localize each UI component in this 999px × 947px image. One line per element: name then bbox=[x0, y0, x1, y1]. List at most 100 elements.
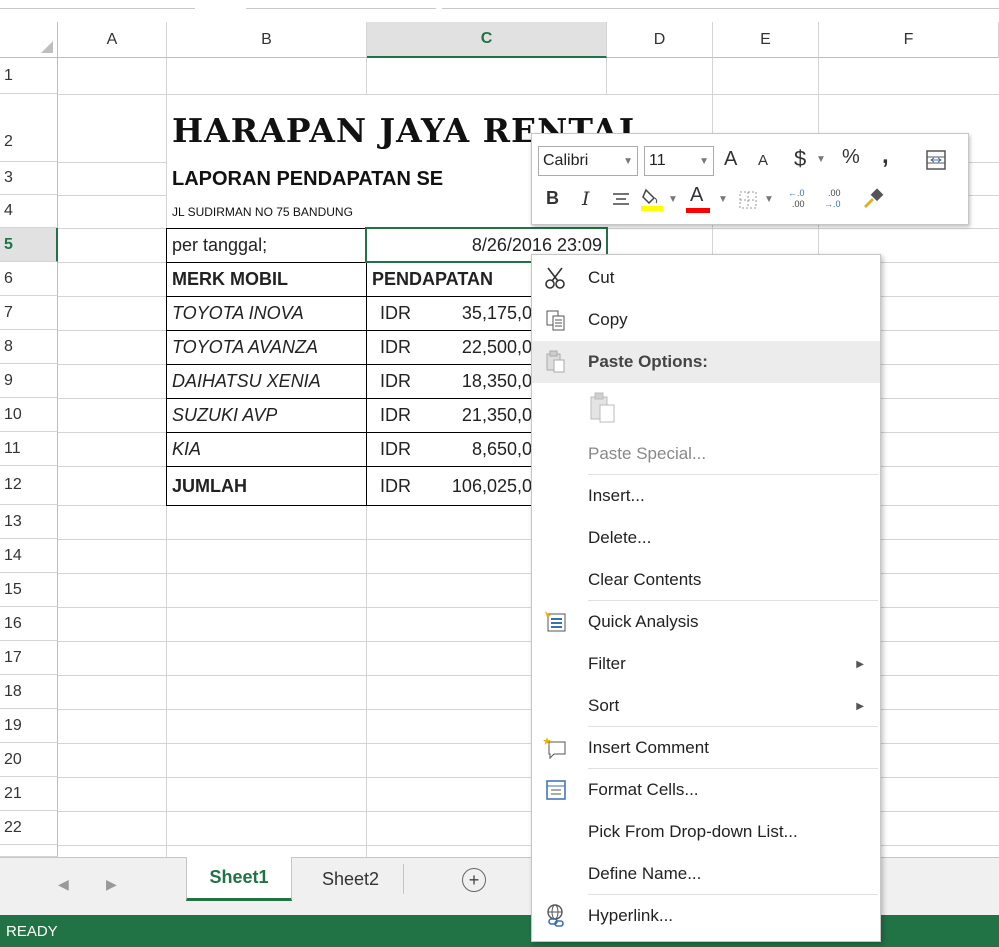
row-currency[interactable]: IDR bbox=[380, 399, 411, 432]
menu-item-pick-from-list[interactable]: Pick From Drop-down List... bbox=[532, 811, 880, 853]
add-sheet-button[interactable]: + bbox=[462, 868, 486, 892]
format-painter-icon[interactable] bbox=[860, 186, 886, 210]
percent-format-icon[interactable]: % bbox=[842, 146, 860, 169]
select-all-corner[interactable] bbox=[0, 22, 58, 58]
row-amount[interactable]: 21,350,0 bbox=[420, 399, 532, 432]
scroll-left-arrow-icon[interactable]: ◀ bbox=[58, 876, 69, 893]
row-header-10[interactable]: 10 bbox=[0, 398, 58, 432]
row-header-18[interactable]: 18 bbox=[0, 675, 58, 709]
total-currency[interactable]: IDR bbox=[380, 467, 411, 505]
menu-item-label: Quick Analysis bbox=[588, 612, 699, 631]
menu-item-clear-contents[interactable]: Clear Contents bbox=[532, 559, 880, 601]
merge-center-icon[interactable] bbox=[926, 150, 946, 170]
row-header-7[interactable]: 7 bbox=[0, 296, 58, 330]
status-text: READY bbox=[6, 922, 58, 940]
row-header-3[interactable]: 3 bbox=[0, 162, 58, 195]
row-header-12[interactable]: 12 bbox=[0, 466, 58, 505]
column-header-e[interactable]: E bbox=[713, 22, 819, 58]
per-tanggal-label[interactable]: per tanggal; bbox=[172, 229, 267, 262]
column-header-d[interactable]: D bbox=[607, 22, 713, 58]
italic-icon[interactable]: I bbox=[582, 188, 590, 210]
column-header-a[interactable]: A bbox=[58, 22, 167, 58]
grow-font-icon[interactable]: A bbox=[724, 148, 737, 171]
row-header-13[interactable]: 13 bbox=[0, 505, 58, 539]
row-header-21[interactable]: 21 bbox=[0, 777, 58, 811]
row-brand[interactable]: KIA bbox=[172, 433, 201, 466]
row-header-1[interactable]: 1 bbox=[0, 58, 58, 94]
menu-item-filter[interactable]: Filter ▶ bbox=[532, 643, 880, 685]
row-amount[interactable]: 22,500,0 bbox=[420, 331, 532, 364]
increase-decimal-icon[interactable]: ←.0 .00 bbox=[786, 186, 812, 210]
row-header-14[interactable]: 14 bbox=[0, 539, 58, 573]
report-address[interactable]: JL SUDIRMAN NO 75 BANDUNG bbox=[172, 197, 353, 227]
row-currency[interactable]: IDR bbox=[380, 365, 411, 398]
row-brand[interactable]: DAIHATSU XENIA bbox=[172, 365, 321, 398]
row-header-5[interactable]: 5 bbox=[0, 228, 58, 262]
row-amount[interactable]: 35,175,0 bbox=[420, 297, 532, 330]
total-label[interactable]: JUMLAH bbox=[172, 467, 247, 505]
header-income[interactable]: PENDAPATAN bbox=[372, 263, 493, 296]
dropdown-arrow-icon[interactable]: ▼ bbox=[718, 194, 728, 205]
currency-format-icon[interactable]: $ bbox=[794, 146, 806, 172]
dropdown-arrow-icon: ▼ bbox=[623, 155, 633, 167]
report-subtitle[interactable]: LAPORAN PENDAPATAN SE bbox=[172, 163, 443, 195]
row-currency[interactable]: IDR bbox=[380, 433, 411, 466]
row-brand[interactable]: SUZUKI AVP bbox=[172, 399, 277, 432]
name-box-edge[interactable] bbox=[0, 0, 195, 9]
row-amount[interactable]: 18,350,0 bbox=[420, 365, 532, 398]
row-header-16[interactable]: 16 bbox=[0, 607, 58, 641]
borders-icon[interactable] bbox=[738, 190, 758, 210]
row-currency[interactable]: IDR bbox=[380, 297, 411, 330]
menu-item-format-cells[interactable]: Format Cells... bbox=[532, 769, 880, 811]
fill-color-icon[interactable] bbox=[640, 186, 664, 212]
row-header-15[interactable]: 15 bbox=[0, 573, 58, 607]
row-header-2[interactable]: 2 bbox=[0, 94, 58, 162]
font-size-box[interactable]: 11 ▼ bbox=[644, 146, 714, 176]
row-header-17[interactable]: 17 bbox=[0, 641, 58, 675]
menu-item-hyperlink[interactable]: Hyperlink... bbox=[532, 895, 880, 937]
paste-option-button[interactable] bbox=[532, 383, 880, 433]
row-brand[interactable]: TOYOTA INOVA bbox=[172, 297, 304, 330]
menu-item-insert[interactable]: Insert... bbox=[532, 475, 880, 517]
menu-item-paste-special[interactable]: Paste Special... bbox=[532, 433, 880, 475]
header-brand[interactable]: MERK MOBIL bbox=[172, 263, 288, 296]
menu-item-copy[interactable]: Copy bbox=[532, 299, 880, 341]
row-header-6[interactable]: 6 bbox=[0, 262, 58, 296]
dropdown-arrow-icon[interactable]: ▼ bbox=[668, 194, 678, 205]
menu-item-quick-analysis[interactable]: Quick Analysis bbox=[532, 601, 880, 643]
comma-style-icon[interactable]: , bbox=[882, 142, 889, 170]
column-header-c[interactable]: C bbox=[367, 22, 607, 58]
font-name-box[interactable]: Calibri ▼ bbox=[538, 146, 638, 176]
row-brand[interactable]: TOYOTA AVANZA bbox=[172, 331, 318, 364]
row-currency[interactable]: IDR bbox=[380, 331, 411, 364]
shrink-font-icon[interactable]: A bbox=[758, 152, 768, 169]
column-header-f[interactable]: F bbox=[819, 22, 999, 58]
dropdown-arrow-icon[interactable]: ▼ bbox=[764, 194, 774, 205]
tab-sheet1[interactable]: Sheet1 bbox=[186, 857, 292, 901]
bold-icon[interactable]: B bbox=[546, 188, 559, 209]
column-header-b[interactable]: B bbox=[167, 22, 367, 58]
row-header-8[interactable]: 8 bbox=[0, 330, 58, 364]
menu-item-define-name[interactable]: Define Name... bbox=[532, 853, 880, 895]
row-header-20[interactable]: 20 bbox=[0, 743, 58, 777]
menu-item-insert-comment[interactable]: Insert Comment bbox=[532, 727, 880, 769]
row-header-9[interactable]: 9 bbox=[0, 364, 58, 398]
row-header-11[interactable]: 11 bbox=[0, 432, 58, 466]
row-header-4[interactable]: 4 bbox=[0, 195, 58, 228]
menu-item-sort[interactable]: Sort ▶ bbox=[532, 685, 880, 727]
row-header-22[interactable]: 22 bbox=[0, 811, 58, 845]
decrease-decimal-icon[interactable]: .00 →.0 bbox=[822, 186, 848, 210]
scroll-right-arrow-icon[interactable]: ▶ bbox=[106, 876, 117, 893]
align-center-icon[interactable] bbox=[612, 192, 630, 208]
formula-input-edge[interactable] bbox=[442, 0, 999, 9]
tab-sheet2[interactable]: Sheet2 bbox=[298, 864, 404, 894]
menu-item-label: Cut bbox=[588, 268, 615, 287]
total-amount[interactable]: 106,025,0 bbox=[420, 467, 532, 505]
font-color-icon[interactable]: A bbox=[690, 184, 703, 207]
dropdown-arrow-icon[interactable]: ▼ bbox=[816, 154, 826, 165]
row-amount[interactable]: 8,650,0 bbox=[420, 433, 532, 466]
menu-item-cut[interactable]: Cut bbox=[532, 257, 880, 299]
row-header-19[interactable]: 19 bbox=[0, 709, 58, 743]
menu-item-delete[interactable]: Delete... bbox=[532, 517, 880, 559]
row-header-23[interactable] bbox=[0, 845, 58, 857]
